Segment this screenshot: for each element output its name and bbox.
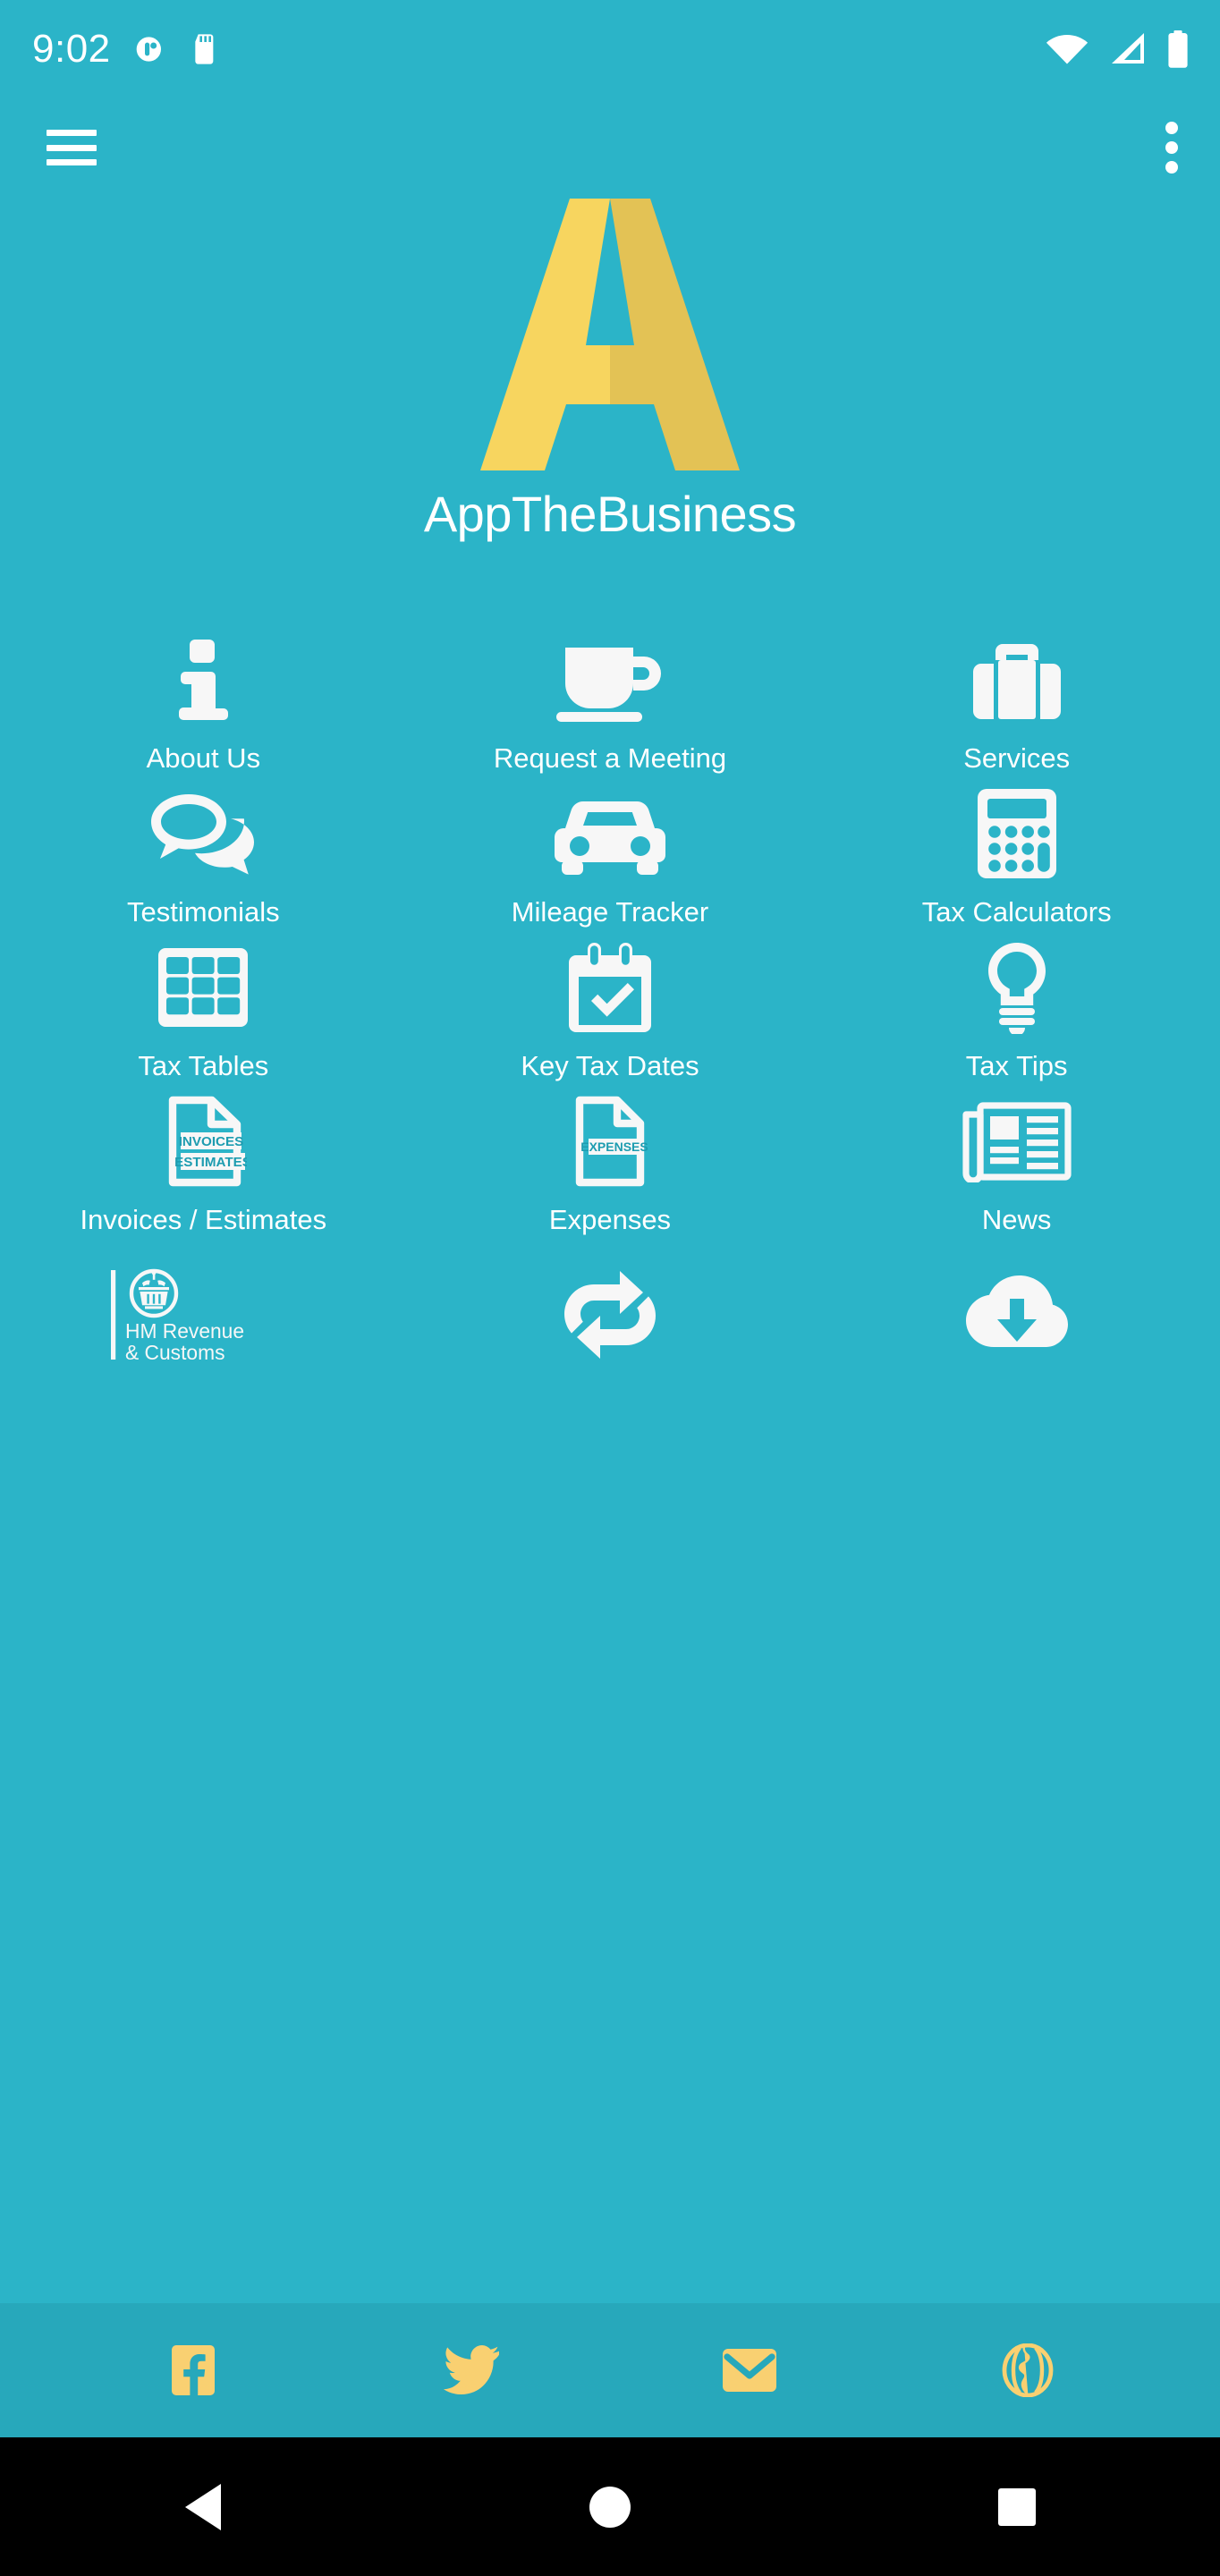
tile-tax-tables[interactable]: Tax Tables <box>0 936 407 1090</box>
social-bar <box>0 2303 1220 2437</box>
appthebusiness-logo-a-icon <box>476 199 744 470</box>
social-email-button[interactable] <box>610 2345 888 2395</box>
calendar-check-icon <box>407 940 814 1035</box>
tile-label: Tax Tables <box>138 1050 269 1081</box>
tile-expenses[interactable]: EXPENSES Expenses <box>407 1090 814 1244</box>
social-facebook-button[interactable] <box>54 2343 332 2397</box>
newspaper-icon <box>813 1094 1220 1189</box>
cloud-download-icon <box>813 1248 1220 1382</box>
table-grid-icon <box>0 940 407 1035</box>
status-bar-left: 9:02 <box>32 27 222 72</box>
tile-request-a-meeting[interactable]: Request a Meeting <box>407 629 814 783</box>
overflow-menu-icon[interactable] <box>1165 122 1179 174</box>
feature-grid-area: About Us Request a Meeting Services Test… <box>0 543 1220 2303</box>
app-bar <box>0 98 1220 197</box>
tile-testimonials[interactable]: Testimonials <box>0 783 407 936</box>
hmrc-line2: & Customs <box>125 1341 225 1364</box>
wifi-icon <box>1045 31 1089 67</box>
globe-web-icon <box>1002 2343 1054 2397</box>
recents-glyph <box>997 2487 1036 2526</box>
email-icon <box>721 2345 778 2395</box>
tile-about-us[interactable]: About Us <box>0 629 407 783</box>
hmrc-logo-icon: HM Revenue & Customs <box>0 1248 407 1382</box>
expenses-badge-text: EXPENSES <box>580 1140 648 1154</box>
tile-hmrc[interactable]: HM Revenue & Customs <box>0 1244 407 1398</box>
car-icon <box>407 786 814 881</box>
recents-square-icon[interactable] <box>963 2437 1071 2576</box>
tile-label: Testimonials <box>127 896 280 928</box>
sync-arrows-icon <box>407 1248 814 1382</box>
tile-tax-tips[interactable]: Tax Tips <box>813 936 1220 1090</box>
lightbulb-icon <box>813 940 1220 1035</box>
social-twitter-button[interactable] <box>332 2345 610 2395</box>
tile-news[interactable]: News <box>813 1090 1220 1244</box>
hamburger-bar <box>47 159 97 165</box>
tile-tax-calculators[interactable]: Tax Calculators <box>813 783 1220 936</box>
briefcase-icon <box>813 632 1220 727</box>
document-invoices-estimates-icon: INVOICES ESTIMATES <box>0 1094 407 1189</box>
status-time: 9:02 <box>32 27 111 71</box>
tile-label: Tax Calculators <box>921 896 1112 928</box>
tile-label: Key Tax Dates <box>521 1050 699 1081</box>
hmrc-line1: HM Revenue <box>125 1319 244 1343</box>
brand-header: AppTheBusiness <box>0 197 1220 543</box>
overflow-dot <box>1165 141 1178 154</box>
tile-label: Tax Tips <box>965 1050 1068 1081</box>
invoices-badge-text: INVOICES <box>179 1134 244 1149</box>
info-icon <box>0 632 407 727</box>
tile-label: Expenses <box>548 1204 672 1235</box>
speech-bubbles-icon <box>0 786 407 881</box>
document-expenses-icon: EXPENSES <box>407 1094 814 1189</box>
cellular-signal-icon <box>1107 31 1148 67</box>
status-bar: 9:02 <box>0 0 1220 98</box>
sd-card-icon <box>190 31 222 67</box>
tile-label: Invoices / Estimates <box>80 1204 327 1235</box>
tile-invoices-estimates[interactable]: INVOICES ESTIMATES Invoices / Estimates <box>0 1090 407 1244</box>
android-navigation-bar <box>0 2437 1220 2576</box>
app-screen: 9:02 AppTheBusiness About Us Request a M… <box>0 0 1220 2576</box>
status-bar-right <box>1045 30 1190 69</box>
hamburger-bar <box>47 144 97 151</box>
coffee-cup-icon <box>407 632 814 727</box>
tile-sync[interactable] <box>407 1244 814 1398</box>
back-triangle-icon[interactable] <box>149 2437 257 2576</box>
overflow-dot <box>1165 122 1178 134</box>
hamburger-bar <box>47 130 97 136</box>
feature-grid: About Us Request a Meeting Services Test… <box>0 629 1220 1398</box>
tile-mileage-tracker[interactable]: Mileage Tracker <box>407 783 814 936</box>
calculator-icon <box>813 786 1220 881</box>
twitter-icon <box>443 2345 499 2395</box>
tile-label: About Us <box>146 742 261 774</box>
page-title: AppTheBusiness <box>423 486 797 542</box>
hamburger-menu-icon[interactable] <box>47 130 97 165</box>
estimates-badge-text: ESTIMATES <box>174 1155 247 1170</box>
tile-label: Request a Meeting <box>493 742 727 774</box>
tile-label: News <box>981 1204 1052 1235</box>
tile-key-tax-dates[interactable]: Key Tax Dates <box>407 936 814 1090</box>
tile-label: Mileage Tracker <box>511 896 709 928</box>
social-website-button[interactable] <box>888 2343 1166 2397</box>
tile-services[interactable]: Services <box>813 629 1220 783</box>
battery-icon <box>1166 30 1190 69</box>
overflow-dot <box>1165 161 1178 174</box>
facebook-icon <box>168 2343 218 2397</box>
home-circle-icon[interactable] <box>556 2437 664 2576</box>
home-glyph <box>589 2486 631 2528</box>
tile-label: Services <box>963 742 1071 774</box>
back-glyph <box>185 2483 222 2530</box>
tile-cloud-download[interactable] <box>813 1244 1220 1398</box>
do-not-disturb-icon <box>132 31 168 67</box>
